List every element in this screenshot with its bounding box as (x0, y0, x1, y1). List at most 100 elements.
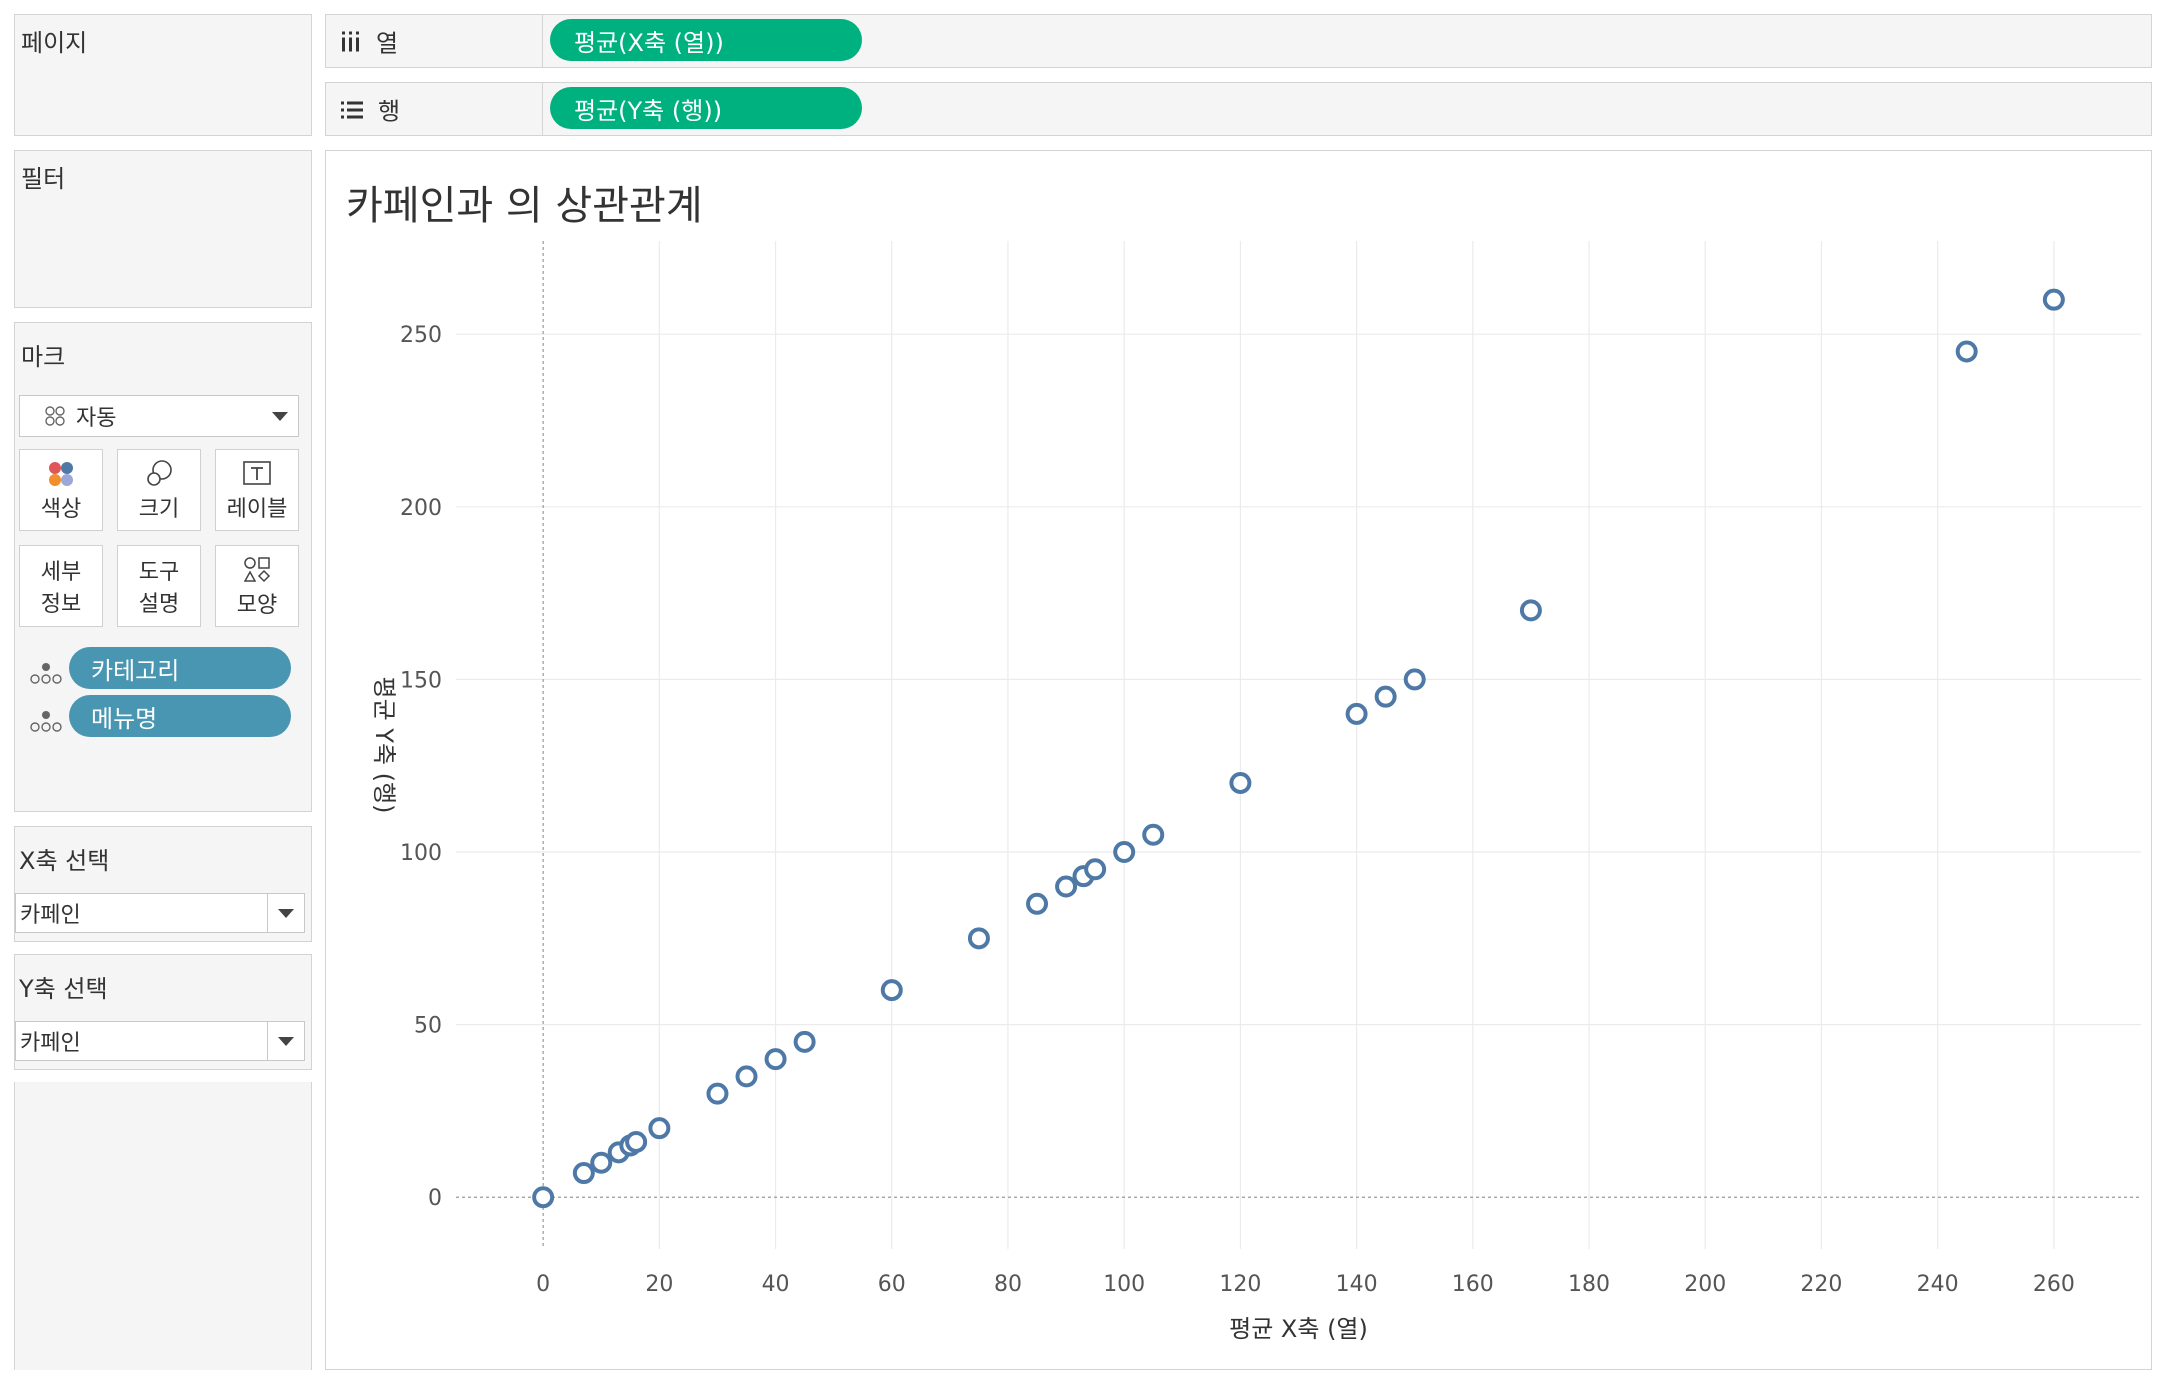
x-tick-label: 80 (994, 1272, 1022, 1297)
x-axis-select-value: 카페인 (20, 903, 81, 928)
data-point[interactable] (967, 927, 990, 950)
data-point[interactable] (625, 1130, 648, 1153)
chevron-down-icon (272, 411, 288, 421)
y-axis-select-arrow[interactable] (267, 1022, 304, 1060)
detail-button[interactable]: 세부 정보 (19, 545, 103, 627)
pages-title: 페이지 (21, 29, 88, 57)
shape-button[interactable]: 모양 (215, 545, 299, 627)
x-tick-label: 40 (762, 1272, 790, 1297)
y-tick-label: 100 (400, 841, 442, 866)
size-button[interactable]: 크기 (117, 449, 201, 531)
y-axis-parameter-title: Y축 선택 (19, 975, 108, 1003)
x-tick-label: 160 (1452, 1272, 1494, 1297)
mark-type-dropdown[interactable]: 자동 (19, 395, 299, 437)
detail-button-label-2: 정보 (40, 592, 82, 617)
data-point[interactable] (648, 1117, 671, 1140)
x-tick-label: 200 (1684, 1272, 1726, 1297)
tooltip-button[interactable]: 도구 설명 (117, 545, 201, 627)
chart-view: 카페인과 의 상관관계 0 20 40 60 80 100 120 140 160 180 200 2… (325, 150, 2152, 1370)
size-button-label: 크기 (138, 497, 180, 522)
color-button[interactable]: 색상 (19, 449, 103, 531)
field-pill-menu-name[interactable]: 메뉴명 (69, 695, 291, 737)
data-point[interactable] (1403, 668, 1426, 691)
x-tick-label: 100 (1103, 1272, 1145, 1297)
data-point[interactable] (590, 1151, 613, 1174)
size-icon (147, 460, 172, 486)
x-tick-label: 20 (645, 1272, 673, 1297)
data-point[interactable] (532, 1186, 555, 1209)
y-axis-select[interactable]: 카페인 (15, 1021, 305, 1061)
y-tick-label: 200 (400, 496, 442, 521)
label-button[interactable]: 레이블 (215, 449, 299, 531)
data-point[interactable] (764, 1048, 787, 1071)
y-tick-label: 150 (400, 668, 442, 693)
data-point[interactable] (1955, 340, 1978, 363)
data-point[interactable] (1026, 892, 1049, 915)
data-point[interactable] (1142, 823, 1165, 846)
x-tick-label: 140 (1336, 1272, 1378, 1297)
x-axis-select[interactable]: 카페인 (15, 893, 305, 933)
data-point[interactable] (735, 1065, 758, 1088)
data-point[interactable] (1345, 702, 1368, 725)
data-point[interactable] (793, 1030, 816, 1053)
color-button-label: 색상 (40, 497, 82, 522)
marks-panel: 마크 자동 색상 크기 레이블 세부 정보 도구 설명 모양 카테고리 메뉴명 (14, 322, 312, 812)
data-point[interactable] (1519, 599, 1542, 622)
columns-shelf[interactable]: 열 평균(X축 (열)) (325, 14, 2152, 68)
x-tick-label: 260 (2033, 1272, 2075, 1297)
detail-field-icon-2 (30, 711, 62, 732)
x-axis-parameter-panel: X축 선택 카페인 (14, 826, 312, 942)
mark-type-label: 자동 (76, 406, 117, 431)
y-axis-parameter-panel: Y축 선택 카페인 (14, 954, 312, 1070)
marks-title: 마크 (21, 343, 66, 371)
detail-button-label-1: 세부 (40, 560, 82, 585)
pages-panel[interactable]: 페이지 (14, 14, 312, 136)
x-axis-parameter-title: X축 선택 (19, 847, 110, 875)
color-icon (49, 462, 73, 486)
shelf-divider (542, 83, 543, 135)
data-point[interactable] (2042, 288, 2065, 311)
x-tick-label: 60 (878, 1272, 906, 1297)
data-point[interactable] (1084, 858, 1107, 881)
data-point[interactable] (1113, 841, 1136, 864)
tooltip-button-label-1: 도구 (138, 560, 180, 585)
rows-shelf-label: 행 (340, 92, 400, 127)
data-point[interactable] (572, 1162, 595, 1185)
field-pill-category[interactable]: 카테고리 (69, 647, 291, 689)
chevron-down-icon (278, 1036, 294, 1046)
chevron-down-icon (278, 908, 294, 918)
scatter-plot[interactable]: 0 20 40 60 80 100 120 140 160 180 200 220 240 260 0 50 1… (326, 151, 2151, 1369)
mark-type-value: 자동 (44, 400, 116, 432)
shape-button-label: 모양 (236, 593, 278, 618)
columns-label-text: 열 (376, 29, 399, 58)
shape-icon (243, 557, 271, 583)
x-tick-label: 0 (536, 1272, 550, 1297)
text-label-icon (243, 461, 271, 485)
data-point[interactable] (706, 1082, 729, 1105)
filters-title: 필터 (21, 165, 66, 193)
auto-mark-icon (45, 406, 65, 426)
x-tick-label: 120 (1219, 1272, 1261, 1297)
x-axis-select-arrow[interactable] (267, 894, 304, 932)
filters-panel[interactable]: 필터 (14, 150, 312, 308)
mark-type-arrow[interactable] (262, 396, 298, 436)
columns-pill[interactable]: 평균(X축 (열)) (550, 19, 862, 61)
shelf-divider (542, 15, 543, 67)
rows-icon (341, 101, 363, 118)
data-point[interactable] (1055, 875, 1078, 898)
rows-shelf[interactable]: 행 평균(Y축 (행)) (325, 82, 2152, 136)
rows-pill[interactable]: 평균(Y축 (행)) (550, 87, 862, 129)
sidebar-background (14, 1082, 312, 1370)
y-tick-label: 50 (414, 1014, 442, 1039)
data-point[interactable] (1229, 771, 1252, 794)
y-tick-label: 0 (428, 1186, 442, 1211)
data-point[interactable] (880, 979, 903, 1002)
y-tick-label: 250 (400, 323, 442, 348)
data-point[interactable] (1374, 685, 1397, 708)
x-tick-label: 220 (1800, 1272, 1842, 1297)
tooltip-button-label-2: 설명 (138, 592, 180, 617)
columns-shelf-label: 열 (340, 24, 398, 59)
detail-field-icon-1 (30, 663, 62, 684)
y-axis-title: 평균 Y축 (행) (370, 677, 398, 814)
columns-icon (342, 31, 359, 51)
